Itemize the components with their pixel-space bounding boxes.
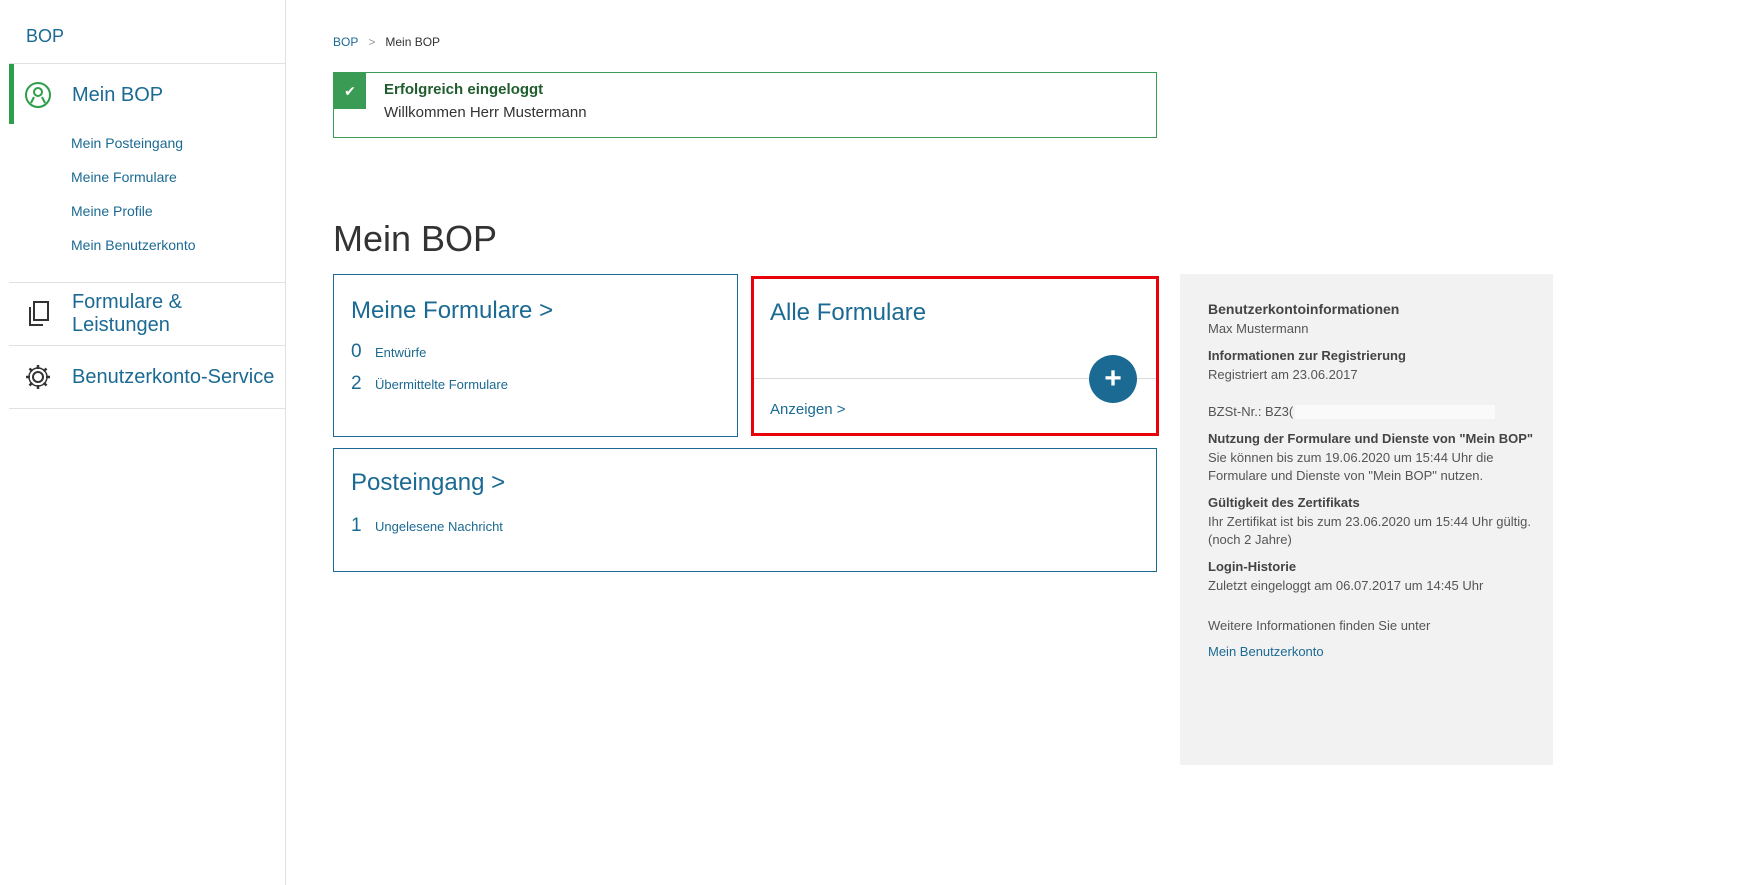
sidebar-item-mein-bop[interactable]: Mein BOP — [9, 64, 285, 126]
sidebar-subitem-benutzerkonto[interactable]: Mein Benutzerkonto — [71, 228, 285, 262]
sidebar-subitem-profile[interactable]: Meine Profile — [71, 194, 285, 228]
drafts-label: Entwürfe — [375, 345, 427, 360]
breadcrumb: BOP > Mein BOP — [333, 35, 440, 49]
unread-count: 1 — [351, 515, 362, 536]
card-title[interactable]: Alle Formulare — [754, 279, 1156, 327]
sidebar-subitem-formulare[interactable]: Meine Formulare — [71, 160, 285, 194]
gear-icon — [24, 363, 52, 391]
sidebar-item-label: Benutzerkonto-Service — [72, 365, 275, 388]
sent-label: Übermittelte Formulare — [375, 377, 508, 392]
account-name: Max Mustermann — [1208, 321, 1309, 336]
sidebar-section-service: Benutzerkonto-Service — [9, 346, 285, 409]
drafts-count: 0 — [351, 341, 362, 362]
account-info-title: Benutzerkontoinformationen — [1208, 301, 1400, 317]
breadcrumb-home[interactable]: BOP — [333, 35, 358, 49]
chevron-right-icon: > — [539, 297, 554, 324]
account-info-panel: Benutzerkontoinformationen Max Musterman… — [1180, 274, 1553, 765]
sidebar-subitem-posteingang[interactable]: Mein Posteingang — [71, 126, 285, 160]
card-title[interactable]: Posteingang > — [351, 469, 1156, 497]
sidebar-submenu: Mein Posteingang Meine Formulare Meine P… — [9, 126, 285, 274]
sidebar-section-formulare: Formulare & Leistungen — [9, 283, 285, 346]
sidebar-section-mein-bop: Mein BOP Mein Posteingang Meine Formular… — [9, 64, 285, 283]
sent-row[interactable]: 2 Übermittelte Formulare — [351, 373, 737, 395]
breadcrumb-separator-icon: > — [368, 35, 376, 49]
bzst-number-row: BZSt-Nr.: BZ3( — [1208, 404, 1553, 419]
documents-icon — [24, 300, 52, 328]
card-meine-formulare[interactable]: Meine Formulare > 0 Entwürfe 2 Übermitte… — [333, 274, 738, 437]
success-alert: ✔ Erfolgreich eingeloggt Willkommen Herr… — [333, 72, 1157, 138]
card-title[interactable]: Meine Formulare > — [351, 297, 737, 325]
unread-label: Ungelesene Nachricht — [375, 519, 503, 534]
show-link[interactable]: Anzeigen > — [770, 401, 845, 418]
chevron-right-icon: > — [491, 469, 506, 496]
user-circle-icon — [24, 81, 52, 109]
usage-title: Nutzung der Formulare und Dienste von "M… — [1208, 431, 1534, 446]
login-history-text: Zuletzt eingeloggt am 06.07.2017 um 14:4… — [1208, 578, 1484, 593]
sidebar: BOP Mein BOP Mein Posteingang Meine Form… — [9, 0, 286, 885]
card-alle-formulare[interactable]: Alle Formulare + Anzeigen > — [751, 276, 1159, 436]
drafts-row[interactable]: 0 Entwürfe — [351, 341, 737, 363]
login-history-title: Login-Historie — [1208, 559, 1297, 574]
more-info-text: Weitere Informationen finden Sie unter — [1208, 618, 1431, 633]
sidebar-item-label: Mein BOP — [72, 83, 164, 106]
breadcrumb-current: Mein BOP — [385, 35, 441, 49]
registration-date: Registriert am 23.06.2017 — [1208, 367, 1358, 382]
alert-title: Erfolgreich eingeloggt — [384, 81, 544, 98]
sent-count: 2 — [351, 373, 362, 394]
sidebar-home-link[interactable]: BOP — [9, 0, 285, 64]
usage-text: Sie können bis zum 19.06.2020 um 15:44 U… — [1208, 450, 1494, 483]
alert-message: Willkommen Herr Mustermann — [384, 104, 587, 121]
card-posteingang[interactable]: Posteingang > 1 Ungelesene Nachricht — [333, 448, 1157, 572]
page-title: Mein BOP — [333, 218, 498, 259]
bzst-number: BZSt-Nr.: BZ3( — [1208, 404, 1294, 419]
sidebar-item-label: Formulare & Leistungen — [71, 291, 182, 336]
certificate-remaining: (noch 2 Jahre) — [1208, 532, 1292, 547]
checkmark-icon: ✔ — [334, 73, 366, 109]
certificate-title: Gültigkeit des Zertifikats — [1208, 495, 1360, 510]
redacted-mask — [1295, 404, 1496, 419]
sidebar-item-formulare-leistungen[interactable]: Formulare & Leistungen — [9, 283, 285, 345]
sidebar-item-benutzerkonto-service[interactable]: Benutzerkonto-Service — [9, 346, 285, 408]
add-form-button[interactable]: + — [1089, 355, 1137, 403]
unread-row[interactable]: 1 Ungelesene Nachricht — [351, 515, 1156, 537]
registration-title: Informationen zur Registrierung — [1208, 348, 1406, 363]
benutzerkonto-link[interactable]: Mein Benutzerkonto — [1208, 644, 1324, 659]
certificate-text: Ihr Zertifikat ist bis zum 23.06.2020 um… — [1208, 514, 1531, 529]
